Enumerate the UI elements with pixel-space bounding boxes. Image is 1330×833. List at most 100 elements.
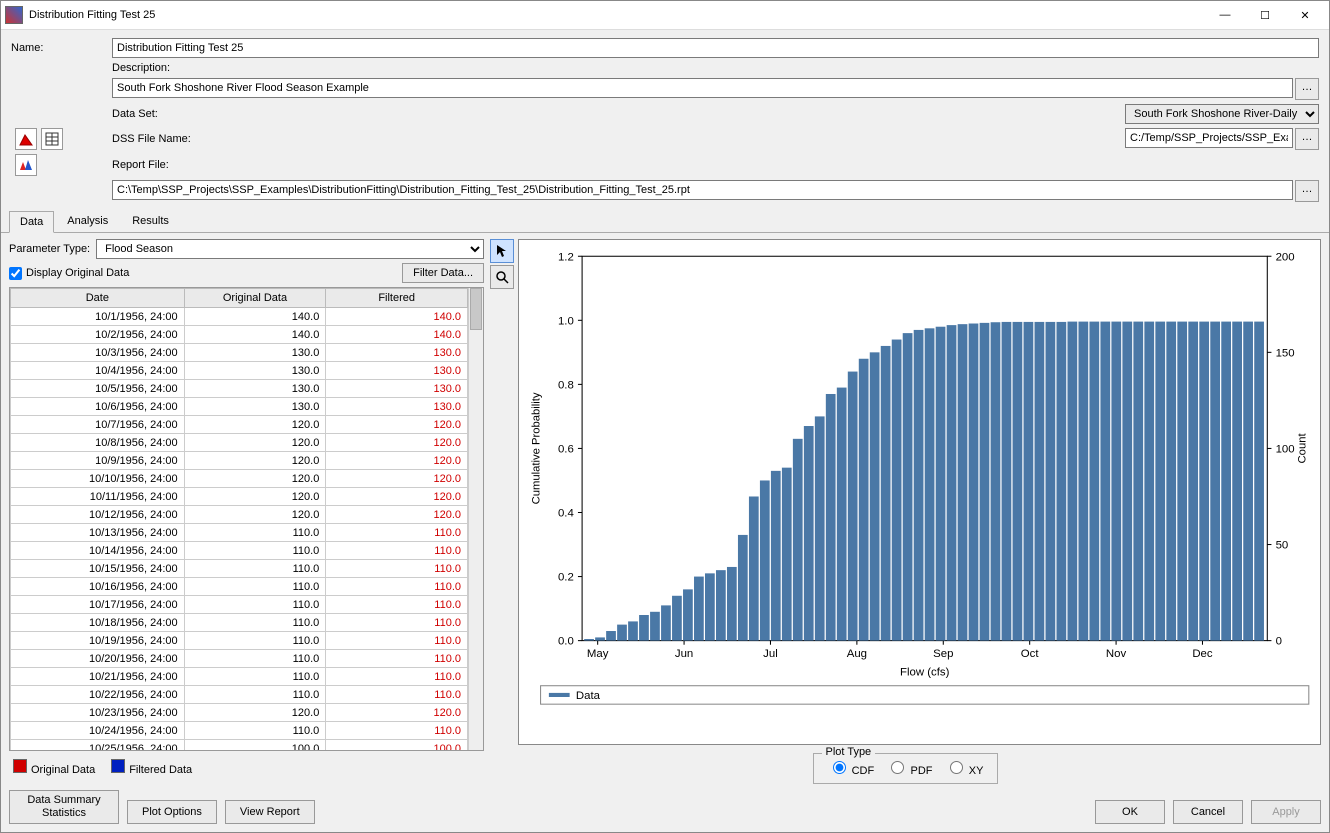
view-report-button[interactable]: View Report <box>225 800 315 824</box>
table-row[interactable]: 10/10/1956, 24:00120.0120.0 <box>11 470 468 488</box>
table-row[interactable]: 10/25/1956, 24:00100.0100.0 <box>11 740 468 751</box>
table-row[interactable]: 10/15/1956, 24:00110.0110.0 <box>11 560 468 578</box>
close-button[interactable]: ✕ <box>1285 3 1325 27</box>
display-original-input[interactable] <box>9 267 22 280</box>
display-original-checkbox[interactable]: Display Original Data <box>9 267 129 280</box>
svg-text:200: 200 <box>1276 251 1295 263</box>
table-row[interactable]: 10/3/1956, 24:00130.0130.0 <box>11 344 468 362</box>
svg-text:1.0: 1.0 <box>558 315 574 327</box>
table-row[interactable]: 10/17/1956, 24:00110.0110.0 <box>11 596 468 614</box>
table-legend: Original Data Filtered Data <box>9 751 484 784</box>
window-title: Distribution Fitting Test 25 <box>29 9 1205 21</box>
table-row[interactable]: 10/8/1956, 24:00120.0120.0 <box>11 434 468 452</box>
name-field[interactable] <box>112 38 1319 58</box>
table-row[interactable]: 10/24/1956, 24:00110.0110.0 <box>11 722 468 740</box>
dataset-label: Data Set: <box>112 108 1119 120</box>
left-pane: Parameter Type: Flood Season Display Ori… <box>9 239 484 784</box>
table-row[interactable]: 10/6/1956, 24:00130.0130.0 <box>11 398 468 416</box>
table-row[interactable]: 10/13/1956, 24:00110.0110.0 <box>11 524 468 542</box>
data-table: Date Original Data Filtered 10/1/1956, 2… <box>10 288 468 750</box>
titlebar: Distribution Fitting Test 25 — ☐ ✕ <box>1 1 1329 30</box>
cancel-button[interactable]: Cancel <box>1173 800 1243 824</box>
maximize-button[interactable]: ☐ <box>1245 3 1285 27</box>
dataset-select[interactable]: South Fork Shoshone River-Daily <box>1125 104 1319 124</box>
svg-text:Jul: Jul <box>763 648 778 660</box>
svg-text:Flow (cfs): Flow (cfs) <box>900 667 950 679</box>
apply-button[interactable]: Apply <box>1251 800 1321 824</box>
description-field[interactable] <box>112 78 1293 98</box>
table-scrollbar[interactable] <box>468 288 483 750</box>
table-row[interactable]: 10/4/1956, 24:00130.0130.0 <box>11 362 468 380</box>
parameter-type-label: Parameter Type: <box>9 243 90 255</box>
table-row[interactable]: 10/1/1956, 24:00140.0140.0 <box>11 308 468 326</box>
svg-text:0.0: 0.0 <box>558 636 574 648</box>
svg-text:50: 50 <box>1276 540 1289 552</box>
data-table-container: Date Original Data Filtered 10/1/1956, 2… <box>9 287 484 751</box>
chart-toolbar <box>490 239 514 745</box>
pointer-tool-button[interactable] <box>490 239 514 263</box>
table-row[interactable]: 10/23/1956, 24:00120.0120.0 <box>11 704 468 722</box>
col-date[interactable]: Date <box>11 289 185 308</box>
plot-type-xy[interactable]: XY <box>945 765 984 777</box>
svg-text:150: 150 <box>1276 348 1295 360</box>
table-row[interactable]: 10/18/1956, 24:00110.0110.0 <box>11 614 468 632</box>
scrollbar-thumb[interactable] <box>470 288 482 330</box>
table-row[interactable]: 10/11/1956, 24:00120.0120.0 <box>11 488 468 506</box>
minimize-button[interactable]: — <box>1205 3 1245 27</box>
zoom-tool-button[interactable] <box>490 265 514 289</box>
svg-text:Sep: Sep <box>933 648 953 660</box>
data-summary-button[interactable]: Data Summary Statistics <box>9 790 119 824</box>
svg-text:Cumulative Probability: Cumulative Probability <box>530 392 542 504</box>
plot-type-pdf[interactable]: PDF <box>886 765 932 777</box>
dss-file-field[interactable] <box>1125 128 1293 148</box>
table-row[interactable]: 10/16/1956, 24:00110.0110.0 <box>11 578 468 596</box>
svg-text:Data: Data <box>576 690 601 702</box>
svg-text:0.2: 0.2 <box>558 572 574 584</box>
table-row[interactable]: 10/20/1956, 24:00110.0110.0 <box>11 650 468 668</box>
svg-text:May: May <box>587 648 609 660</box>
plot-options-button[interactable]: Plot Options <box>127 800 217 824</box>
col-filtered[interactable]: Filtered <box>326 289 468 308</box>
tab-data[interactable]: Data <box>9 211 54 233</box>
table-row[interactable]: 10/22/1956, 24:00110.0110.0 <box>11 686 468 704</box>
parameter-type-select[interactable]: Flood Season <box>96 239 484 259</box>
table-row[interactable]: 10/14/1956, 24:00110.0110.0 <box>11 542 468 560</box>
table-row[interactable]: 10/9/1956, 24:00120.0120.0 <box>11 452 468 470</box>
distribution-icon-button[interactable] <box>15 154 37 176</box>
table-row[interactable]: 10/19/1956, 24:00110.0110.0 <box>11 632 468 650</box>
plot-icon-button[interactable] <box>15 128 37 150</box>
chart-container[interactable]: 0.00.20.40.60.81.01.2050100150200MayJunJ… <box>518 239 1321 745</box>
svg-text:Oct: Oct <box>1021 648 1040 660</box>
table-row[interactable]: 10/5/1956, 24:00130.0130.0 <box>11 380 468 398</box>
tab-results[interactable]: Results <box>121 210 180 232</box>
table-row[interactable]: 10/12/1956, 24:00120.0120.0 <box>11 506 468 524</box>
report-browse-button[interactable]: … <box>1295 180 1319 202</box>
footer: Data Summary Statistics Plot Options Vie… <box>1 784 1329 832</box>
filter-data-button[interactable]: Filter Data... <box>402 263 484 283</box>
tab-content: Parameter Type: Flood Season Display Ori… <box>1 233 1329 784</box>
description-browse-button[interactable]: … <box>1295 78 1319 100</box>
svg-text:Jun: Jun <box>675 648 693 660</box>
ok-button[interactable]: OK <box>1095 800 1165 824</box>
header-form: Name: Description: … Data Set: South For… <box>1 30 1329 210</box>
report-file-field[interactable] <box>112 180 1293 200</box>
app-window: Distribution Fitting Test 25 — ☐ ✕ Name:… <box>0 0 1330 833</box>
tab-analysis[interactable]: Analysis <box>56 210 119 232</box>
table-row[interactable]: 10/7/1956, 24:00120.0120.0 <box>11 416 468 434</box>
original-swatch <box>13 759 27 773</box>
svg-text:100: 100 <box>1276 444 1295 456</box>
table-icon-button[interactable] <box>41 128 63 150</box>
svg-text:0.6: 0.6 <box>558 444 574 456</box>
svg-text:Aug: Aug <box>847 648 867 660</box>
col-original[interactable]: Original Data <box>184 289 326 308</box>
table-row[interactable]: 10/21/1956, 24:00110.0110.0 <box>11 668 468 686</box>
dss-label: DSS File Name: <box>112 133 1119 145</box>
svg-text:1.2: 1.2 <box>558 251 574 263</box>
plot-type-cdf[interactable]: CDF <box>828 765 875 777</box>
dss-browse-button[interactable]: … <box>1295 128 1319 150</box>
right-pane: 0.00.20.40.60.81.01.2050100150200MayJunJ… <box>490 239 1321 784</box>
table-row[interactable]: 10/2/1956, 24:00140.0140.0 <box>11 326 468 344</box>
data-table-scroll[interactable]: Date Original Data Filtered 10/1/1956, 2… <box>10 288 468 750</box>
app-icon <box>5 6 23 24</box>
svg-text:Count: Count <box>1297 433 1309 464</box>
